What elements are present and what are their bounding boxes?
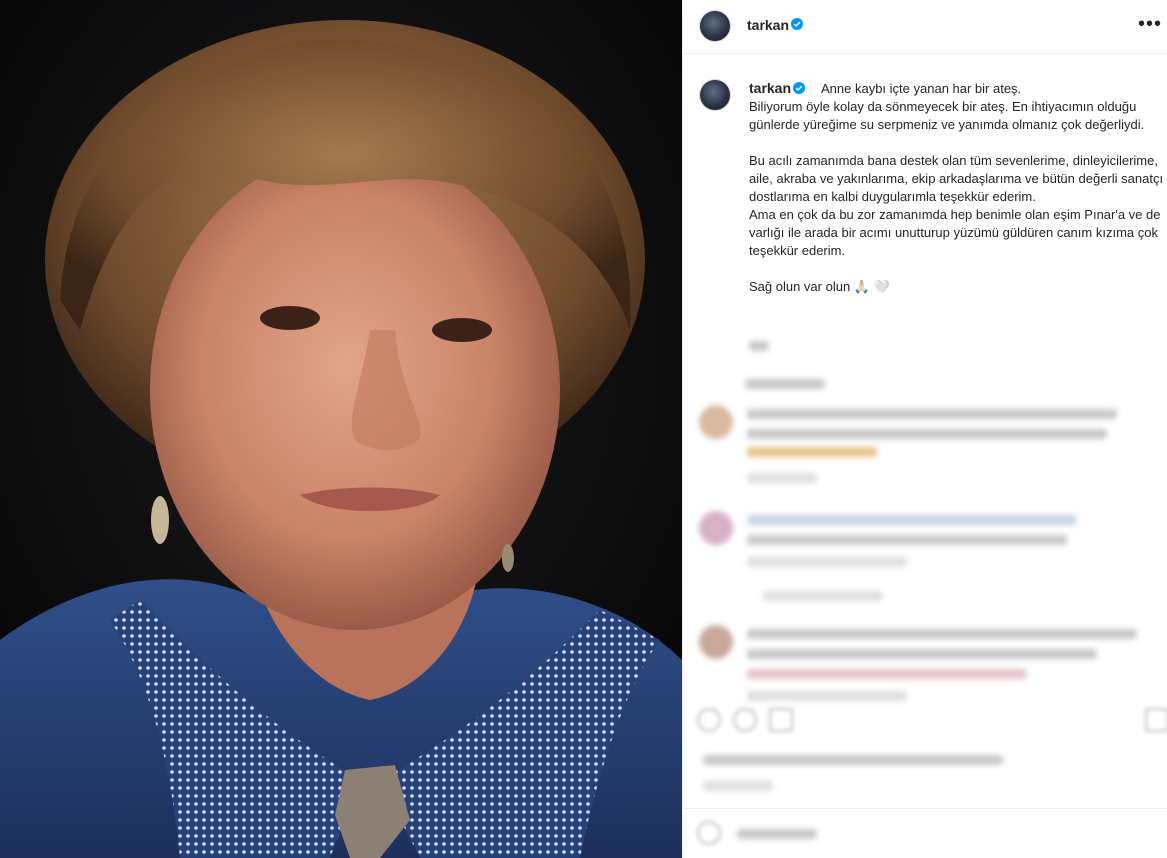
portrait-image [0, 0, 682, 858]
post-side-panel: tarkan ••• tarkan Anne kaybı içte yanan … [682, 0, 1167, 858]
save-icon[interactable] [1145, 708, 1167, 732]
comment-avatar[interactable] [699, 405, 733, 439]
comment-avatar[interactable] [699, 511, 733, 545]
caption-paragraph-3: Ama en çok da bu zor zamanımda hep benim… [749, 207, 1161, 258]
comment-icon[interactable] [733, 708, 757, 732]
share-icon[interactable] [769, 708, 793, 732]
comment-avatar[interactable] [699, 625, 733, 659]
emoji-icon[interactable] [697, 821, 721, 845]
caption-paragraph-2: Bu acılı zamanımda bana destek olan tüm … [749, 153, 1164, 204]
caption-closing: Sağ olun var olun 🙏🏻 🤍 [749, 279, 890, 294]
author-username[interactable]: tarkan [747, 17, 789, 33]
post-photo[interactable] [0, 0, 682, 858]
like-icon[interactable] [697, 708, 721, 732]
author-avatar[interactable] [699, 10, 731, 42]
caption-line-1: Anne kaybı içte yanan har bir ateş. [821, 81, 1022, 96]
caption-author-avatar[interactable] [699, 79, 731, 111]
caption-paragraph-1: Biliyorum öyle kolay da sönmeyecek bir a… [749, 99, 1145, 132]
verified-badge-icon [791, 18, 803, 30]
post-header: tarkan ••• [683, 0, 1167, 54]
post-action-bar [697, 706, 1167, 736]
more-options-icon[interactable]: ••• [1138, 14, 1162, 34]
caption-text: Anne kaybı içte yanan har bir ateş. Bili… [749, 80, 1167, 296]
add-comment-input[interactable] [737, 829, 817, 839]
add-comment-bar [683, 808, 1167, 858]
